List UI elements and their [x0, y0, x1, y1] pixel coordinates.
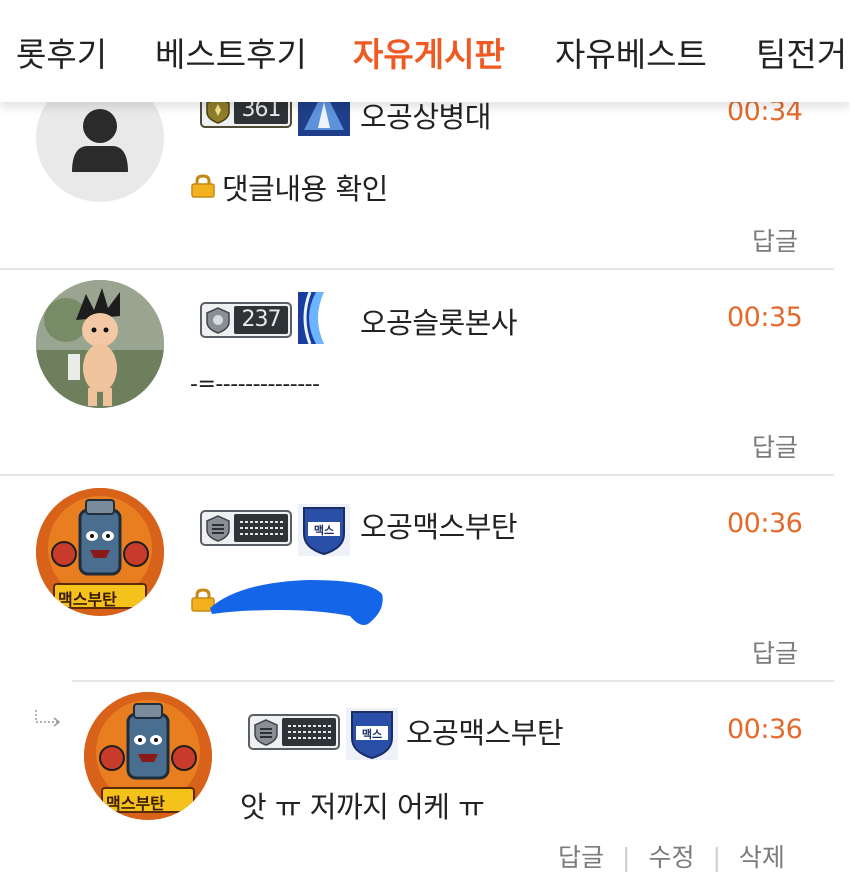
avatar-caption: 맥스부탄 [106, 794, 165, 813]
tab-slot-review[interactable]: 롯후기 [16, 28, 107, 76]
max-team-emblem-icon: 맥스 [298, 504, 350, 556]
comment-time: 00:36 [727, 508, 803, 539]
reply-button[interactable]: 답글 [752, 634, 798, 670]
comment-item: 237 오공슬롯본사 00:35 -=-------------- 답글 [0, 270, 850, 476]
reply-button[interactable]: 답글 [752, 222, 798, 258]
avatar[interactable]: 맥스부탄 [36, 488, 164, 616]
emblem-caption: 맥스 [362, 727, 382, 741]
nickname[interactable]: 오공맥스부탄 [360, 504, 518, 546]
level-badge [200, 510, 292, 546]
action-separator: | [622, 843, 631, 872]
emblem-icon [298, 292, 350, 344]
reply-arrow-icon [35, 710, 61, 727]
comment-time: 00:35 [727, 302, 803, 333]
silver-rank-icon [254, 719, 278, 746]
silver-rank-icon [206, 307, 230, 334]
masked-level-icon [240, 521, 284, 535]
character-avatar-icon [36, 280, 164, 408]
comment-time: 00:36 [727, 714, 803, 745]
comment-item: 맥스부탄 맥스 오공맥스부탄 00:36 답글 [0, 476, 850, 682]
tab-team[interactable]: 팀전거 [756, 28, 847, 76]
avatar-caption: 맥스부탄 [58, 590, 117, 609]
edit-button[interactable]: 수정 [648, 843, 694, 872]
tab-free-best[interactable]: 자유베스트 [555, 28, 707, 76]
reply-button[interactable]: 답글 [752, 428, 798, 464]
redaction-scribble [210, 580, 383, 625]
nickname[interactable]: 오공맥스부탄 [406, 710, 564, 752]
level-badge [248, 714, 340, 750]
comment-actions: 답글 | 수정 | 삭제 [558, 838, 785, 874]
level-badge: 237 [200, 302, 292, 338]
silver-rank-icon [206, 515, 230, 542]
emblem-caption: 맥스 [314, 523, 334, 537]
level-number: 237 [234, 306, 288, 334]
masked-level-icon [288, 725, 332, 739]
comment-text: -=-------------- [190, 372, 320, 397]
comment-text: 앗 ㅠ 저까지 어케 ㅠ [240, 790, 485, 824]
tab-free-board[interactable]: 자유게시판 [353, 28, 505, 76]
reply-button[interactable]: 답글 [558, 843, 604, 872]
avatar[interactable] [36, 280, 164, 408]
nickname[interactable]: 오공슬롯본사 [360, 300, 518, 342]
lock-icon [191, 174, 215, 198]
max-team-emblem-icon: 맥스 [346, 708, 398, 760]
reply-comment-item: 맥스부탄 맥스 오공맥스부탄 00:36 앗 ㅠ 저까지 어케 ㅠ 답글 | 수정 |… [0, 682, 850, 874]
board-tab-bar: 롯후기 베스트후기 자유게시판 자유베스트 팀전거 [0, 0, 850, 102]
action-separator: | [712, 843, 721, 872]
avatar[interactable]: 맥스부탄 [84, 692, 212, 820]
comment-text: 댓글내용 확인 [222, 172, 388, 206]
delete-button[interactable]: 삭제 [739, 843, 785, 872]
tab-best-review[interactable]: 베스트후기 [155, 28, 307, 76]
